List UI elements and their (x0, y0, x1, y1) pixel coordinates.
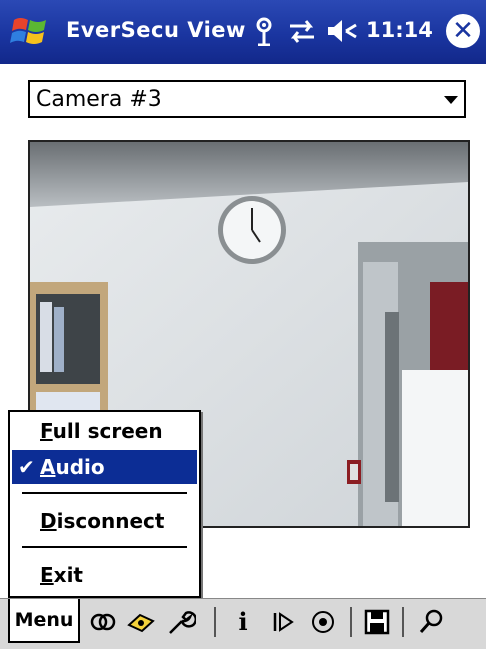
info-icon[interactable]: i (228, 607, 258, 637)
title-bar: EverSecu View 11:14 ✕ (0, 0, 486, 64)
close-button[interactable]: ✕ (446, 14, 480, 48)
volume-icon[interactable] (326, 16, 358, 46)
menu-item-full-screen[interactable]: Full screen (12, 414, 197, 448)
save-icon[interactable] (362, 607, 392, 637)
signal-antenna-icon[interactable] (252, 16, 276, 46)
menu-divider (22, 492, 187, 494)
menu-item-label: Exit (40, 563, 83, 587)
command-bar: Menu i (0, 598, 486, 649)
popup-menu: Full screen ✔ Audio Disconnect Exit (8, 410, 201, 598)
close-icon: ✕ (452, 16, 474, 46)
menu-divider (22, 546, 187, 548)
windows-start-icon[interactable] (8, 12, 52, 52)
menu-item-label: Disconnect (40, 509, 165, 533)
toolbar-divider (402, 607, 404, 637)
settings-icon[interactable] (166, 607, 196, 637)
zoom-icon[interactable] (416, 607, 446, 637)
menu-item-label: Audio (40, 455, 105, 479)
connectivity-icon[interactable] (286, 16, 318, 46)
menu-item-audio[interactable]: ✔ Audio (12, 450, 197, 484)
camera-control-icon[interactable] (126, 607, 156, 637)
play-icon[interactable] (268, 607, 298, 637)
app-title: EverSecu View (66, 18, 246, 42)
camera-select-value: Camera #3 (36, 87, 162, 112)
record-icon[interactable] (308, 607, 338, 637)
toolbar-divider (214, 607, 216, 637)
checkmark-icon: ✔ (18, 455, 35, 479)
camera-select[interactable]: Camera #3 (28, 80, 466, 118)
menu-item-label: Full screen (40, 419, 163, 443)
clock[interactable]: 11:14 (366, 18, 433, 42)
menu-item-exit[interactable]: Exit (12, 558, 197, 592)
connect-icon[interactable] (88, 607, 118, 637)
toolbar-divider (350, 607, 352, 637)
chevron-down-icon[interactable] (444, 96, 458, 104)
menu-button[interactable]: Menu (8, 599, 80, 643)
menu-item-disconnect[interactable]: Disconnect (12, 504, 197, 538)
